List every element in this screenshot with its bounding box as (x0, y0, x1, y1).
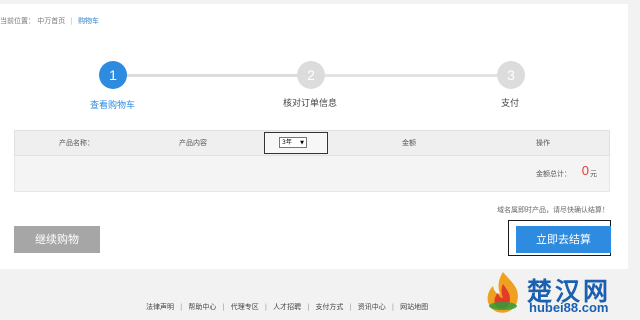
footer-link-jobs[interactable]: 人才招聘 (273, 303, 301, 311)
total-value: 0 (581, 163, 589, 178)
checkout-button[interactable]: 立即去结算 (516, 226, 611, 253)
period-select[interactable]: 3年 ▼ (279, 137, 307, 148)
step-connector-2 (311, 74, 511, 77)
footer-separator: | (307, 303, 310, 311)
footer-link-legal[interactable]: 法律声明 (146, 303, 174, 311)
total-row: 金额总计： 0 元 (14, 156, 610, 192)
header-product-content: 产品内容 (179, 139, 207, 147)
header-action: 操作 (536, 139, 550, 147)
footer-link-sitemap[interactable]: 网站地图 (400, 303, 428, 311)
step-3-label: 支付 (501, 99, 520, 109)
footer-separator: | (180, 303, 183, 311)
step-3-circle: 3 (497, 61, 525, 89)
domain-notice: 域名属即时产品，请尽快确认结算！ (497, 206, 609, 214)
footer-separator: | (349, 303, 352, 311)
breadcrumb-current[interactable]: 购物车 (78, 17, 99, 25)
footer-separator: | (264, 303, 268, 311)
header-amount: 金额 (402, 139, 416, 147)
footer-link-agent[interactable]: 代理专区 (231, 303, 259, 311)
period-cell: 3年 ▼ (264, 132, 328, 154)
footer-separator: | (222, 303, 225, 311)
watermark-domain: hubei88.com (529, 300, 609, 315)
footer-link-news[interactable]: 资讯中心 (358, 303, 386, 311)
footer-link-payment[interactable]: 支付方式 (315, 303, 343, 311)
total-unit: 元 (590, 170, 597, 178)
continue-shopping-button[interactable]: 继续购物 (14, 226, 100, 253)
breadcrumb-home-link[interactable]: 中万首页 (37, 17, 65, 25)
step-2-label: 核对订单信息 (283, 99, 338, 109)
step-2-circle: 2 (297, 61, 325, 89)
watermark-logo: 楚汉网 hubei88.com (481, 270, 640, 319)
total-label: 金额总计： (536, 170, 571, 178)
step-1-circle: 1 (99, 61, 127, 89)
period-select-value: 3年 (282, 139, 292, 146)
footer-link-help[interactable]: 帮助中心 (188, 303, 216, 311)
header-product-name: 产品名称： (59, 139, 94, 147)
breadcrumb: 当前位置： 中万首页 | 购物车 (0, 16, 99, 26)
footer-links: 法律声明 | 帮助中心 | 代理专区 | 人才招聘 | 支付方式 | 资讯中心 | 网站地图 (146, 302, 428, 312)
step-1-label: 查看购物车 (90, 101, 136, 111)
breadcrumb-separator: | (70, 17, 73, 25)
flame-logo-icon (487, 272, 518, 313)
chevron-down-icon: ▼ (300, 140, 304, 146)
breadcrumb-prefix: 当前位置： (0, 17, 35, 25)
footer-separator: | (391, 303, 395, 311)
step-connector-1 (113, 74, 311, 77)
